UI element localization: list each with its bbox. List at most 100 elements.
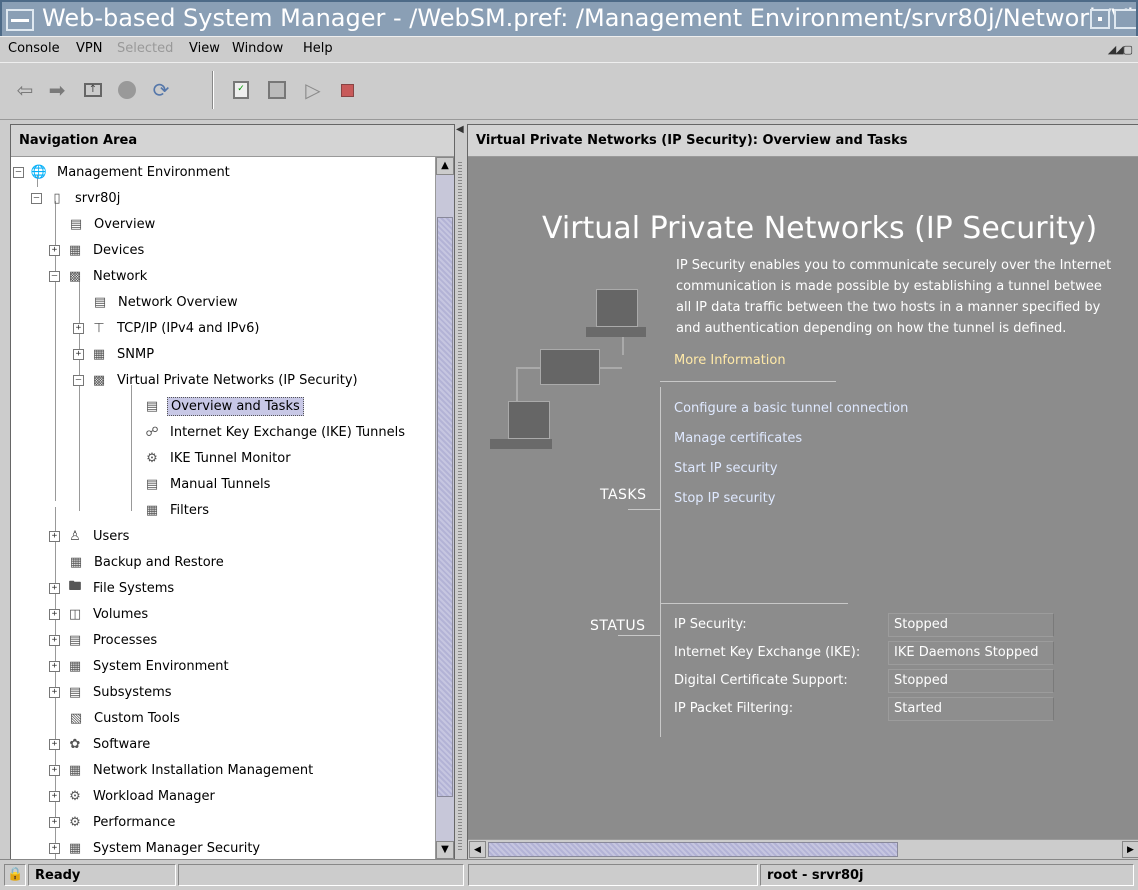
lock-icon: 🔒 [4,864,26,886]
collapse-left-icon[interactable]: ◀ [456,124,464,135]
tree-item-backup-restore[interactable]: ▦ Backup and Restore [67,549,227,575]
manage-certificates-link[interactable]: Manage certificates [674,431,802,446]
stop-square-icon[interactable] [334,77,360,103]
overview-icon: ▤ [93,294,107,310]
tree-item-volumes[interactable]: + ◫ Volumes [49,601,151,627]
tree-item-snmp[interactable]: + ▦ SNMP [73,341,157,367]
expand-icon[interactable]: + [49,244,60,256]
tree-item-ike-tunnels[interactable]: ☍ Internet Key Exchange (IKE) Tunnels [143,419,408,445]
globe-icon: 🌐 [30,164,48,180]
menu-console[interactable]: Console [8,41,60,56]
menu-selected[interactable]: Selected [117,41,173,56]
scroll-thumb[interactable] [488,842,898,857]
panel-splitter[interactable]: ◀ [455,124,467,859]
more-information-link[interactable]: More Information [674,353,786,368]
tree-item-vpn[interactable]: – ▩ Virtual Private Networks (IP Securit… [73,367,361,393]
tree-item-tcpip[interactable]: + ⊤ TCP/IP (IPv4 and IPv6) [73,315,262,341]
expand-icon[interactable]: + [49,634,60,646]
scroll-down-icon[interactable]: ▼ [436,841,454,859]
network-icon: ▩ [68,268,82,284]
tree-item-file-systems[interactable]: + 🖿 File Systems [49,575,177,601]
run-icon[interactable]: ▷ [300,77,326,103]
status-value-certificate: Stopped [894,673,949,688]
expand-icon[interactable]: + [49,660,60,672]
tasks-label: TASKS [600,487,647,503]
status-user: root - srvr80j [760,864,1134,886]
processes-icon: ▤ [68,632,82,648]
menu-help[interactable]: Help [303,41,333,56]
menu-window[interactable]: Window [232,41,283,56]
splitter-grip [458,160,462,850]
expand-icon[interactable]: + [49,790,60,802]
tree-item-overview-and-tasks[interactable]: ▤ Overview and Tasks [143,393,304,419]
properties-icon[interactable] [264,77,290,103]
expand-icon[interactable]: + [49,582,60,594]
collapse-icon[interactable]: – [73,374,84,386]
tree-item-software[interactable]: + ✿ Software [49,731,153,757]
expand-icon[interactable]: + [49,608,60,620]
system-icon: ▦ [68,658,82,674]
tree-item-srvr80j[interactable]: – ▯ srvr80j [31,185,123,211]
description-line: and authentication depending on how the … [676,321,1067,336]
collapse-icon[interactable]: – [49,270,60,282]
tree-item-system-environment[interactable]: + ▦ System Environment [49,653,232,679]
tree-item-custom-tools[interactable]: ▧ Custom Tools [67,705,183,731]
tree-item-users[interactable]: + ♙ Users [49,523,132,549]
find-icon[interactable]: ✓ [228,77,254,103]
menu-vpn[interactable]: VPN [76,41,102,56]
tree-item-subsystems[interactable]: + ▤ Subsystems [49,679,175,705]
subsystems-icon: ▤ [68,684,82,700]
expand-icon[interactable]: + [49,842,60,854]
tree-item-nim[interactable]: + ▦ Network Installation Management [49,757,316,783]
tree-item-management-environment[interactable]: – 🌐 Management Environment [13,159,233,185]
expand-icon[interactable]: + [49,816,60,828]
expand-icon[interactable]: + [49,764,60,776]
minimize-button[interactable] [1090,9,1110,29]
tree-item-devices[interactable]: + ▦ Devices [49,237,147,263]
stop-icon[interactable] [114,77,140,103]
status-ready: Ready [28,864,176,886]
description-line: IP Security enables you to communicate s… [676,258,1112,273]
expand-icon[interactable]: + [73,322,84,334]
tree-item-system-manager-security[interactable]: + ▦ System Manager Security [49,835,263,859]
menu-view[interactable]: View [189,41,220,56]
software-icon: ✿ [69,736,81,752]
menu-bar: Console VPN Selected View Window Help ◢◢… [0,36,1138,62]
tree-item-overview[interactable]: ▤ Overview [67,211,158,237]
window-menu-button[interactable] [6,9,34,31]
forward-icon[interactable]: ➡ [44,77,70,103]
navigation-vertical-scrollbar[interactable]: ▲ ▼ [435,157,454,859]
navigation-tree: – 🌐 Management Environment – ▯ srvr80j ▤… [11,157,436,859]
tree-item-performance[interactable]: + ⚙ Performance [49,809,178,835]
scroll-up-icon[interactable]: ▲ [436,157,454,175]
tree-item-filters[interactable]: ▦ Filters [143,497,212,523]
tree-item-manual-tunnels[interactable]: ▤ Manual Tunnels [143,471,273,497]
scroll-right-icon[interactable]: ▶ [1122,841,1138,858]
start-ip-security-link[interactable]: Start IP security [674,461,778,476]
up-level-icon[interactable]: ↑ [80,77,106,103]
tree-item-processes[interactable]: + ▤ Processes [49,627,160,653]
refresh-icon[interactable]: ⟳ [148,77,174,103]
restore-windows-icon[interactable]: ◢◢▢ [1108,43,1133,56]
collapse-icon[interactable]: – [13,166,24,178]
status-value-packet-filtering: Started [894,701,943,716]
status-bar: 🔒 Ready root - srvr80j [0,859,1138,890]
expand-icon[interactable]: + [49,686,60,698]
collapse-icon[interactable]: – [31,192,42,204]
ike-icon: ☍ [145,424,159,440]
tree-item-workload-manager[interactable]: + ⚙ Workload Manager [49,783,218,809]
tree-item-network[interactable]: – ▩ Network [49,263,150,289]
scroll-left-icon[interactable]: ◀ [469,841,486,858]
expand-icon[interactable]: + [49,738,60,750]
content-horizontal-scrollbar[interactable]: ◀ ▶ [468,839,1138,859]
expand-icon[interactable]: + [73,348,84,360]
status-name-ike: Internet Key Exchange (IKE): [674,645,861,660]
back-icon[interactable]: ⇦ [12,77,38,103]
expand-icon[interactable]: + [49,530,60,542]
configure-tunnel-link[interactable]: Configure a basic tunnel connection [674,401,908,416]
stop-ip-security-link[interactable]: Stop IP security [674,491,775,506]
maximize-button[interactable] [1114,9,1136,29]
tree-item-network-overview[interactable]: ▤ Network Overview [91,289,241,315]
scroll-thumb[interactable] [437,217,453,797]
tree-item-ike-tunnel-monitor[interactable]: ⚙ IKE Tunnel Monitor [143,445,294,471]
